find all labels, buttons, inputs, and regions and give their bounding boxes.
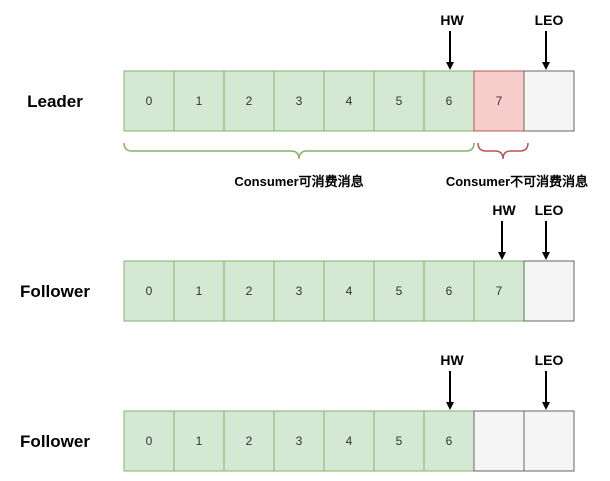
log-cell-committed: 1 — [173, 260, 225, 322]
log-cell-offset: 7 — [496, 94, 503, 108]
log-cell-offset: 7 — [496, 284, 503, 298]
hw-marker: HW — [492, 202, 516, 260]
brace-unconsumable: Consumer不可消费消息 — [446, 142, 588, 189]
log-cell-committed: 4 — [323, 70, 375, 132]
log-cell-committed: 5 — [373, 260, 425, 322]
log-cell-committed: 6 — [423, 70, 475, 132]
log-cell-committed: 2 — [223, 260, 275, 322]
log-cell-offset: 3 — [296, 94, 303, 108]
log-cell-box — [523, 260, 575, 322]
leo-label: LEO — [535, 352, 564, 368]
log-cell-committed: 4 — [323, 410, 375, 472]
log-cell-offset: 2 — [246, 284, 253, 298]
brace-label: Consumer可消费消息 — [234, 174, 363, 189]
log-replication-diagram: Leader 0 1 2 3 4 5 6 7 HW LEO Consumer可消费消息 Consumer… — [20, 12, 588, 472]
curly-brace-icon — [477, 142, 529, 160]
log-cell-committed: 6 — [423, 410, 475, 472]
brace-label: Consumer不可消费消息 — [446, 174, 588, 189]
log-cell-offset: 3 — [296, 434, 303, 448]
log-cell-offset: 5 — [396, 284, 403, 298]
log-cell-offset: 4 — [346, 434, 353, 448]
log-row-1: Leader 0 1 2 3 4 5 6 7 HW LEO Consumer可消费消息 Consumer… — [27, 12, 588, 189]
log-cell-committed: 2 — [223, 410, 275, 472]
log-cell-offset: 4 — [346, 284, 353, 298]
log-cell-offset: 6 — [446, 434, 453, 448]
log-cell-committed: 4 — [323, 260, 375, 322]
log-cell-offset: 0 — [146, 94, 153, 108]
leo-marker: LEO — [535, 12, 564, 70]
log-cell-empty — [523, 410, 575, 472]
log-cell-committed: 3 — [273, 260, 325, 322]
leo-label: LEO — [535, 202, 564, 218]
log-cell-offset: 2 — [246, 434, 253, 448]
log-cell-committed: 0 — [123, 70, 175, 132]
hw-label: HW — [440, 352, 464, 368]
log-cell-committed: 0 — [123, 260, 175, 322]
log-cell-empty — [523, 260, 575, 322]
curly-brace-icon — [123, 142, 475, 160]
log-cell-offset: 5 — [396, 94, 403, 108]
hw-marker: HW — [440, 352, 464, 410]
log-cell-offset: 1 — [196, 94, 203, 108]
log-cell-box — [473, 410, 525, 472]
log-cell-committed: 0 — [123, 410, 175, 472]
log-cell-offset: 6 — [446, 94, 453, 108]
hw-marker: HW — [440, 12, 464, 70]
leo-marker: LEO — [535, 352, 564, 410]
log-cell-box — [523, 410, 575, 472]
log-cell-offset: 2 — [246, 94, 253, 108]
log-cell-committed: 6 — [423, 260, 475, 322]
log-row-2: Follower 0 1 2 3 4 5 6 7 HW LEO — [20, 202, 575, 322]
hw-label: HW — [440, 12, 464, 28]
brace-consumable: Consumer可消费消息 — [123, 142, 475, 189]
log-cell-offset: 1 — [196, 284, 203, 298]
log-cell-committed: 2 — [223, 70, 275, 132]
log-row-3: Follower 0 1 2 3 4 5 6 HW LEO — [20, 352, 575, 472]
row-label: Leader — [27, 92, 83, 111]
log-cell-committed: 1 — [173, 70, 225, 132]
log-cell-committed: 3 — [273, 410, 325, 472]
log-cell-offset: 6 — [446, 284, 453, 298]
row-label: Follower — [20, 282, 90, 301]
log-cell-offset: 3 — [296, 284, 303, 298]
log-cell-offset: 0 — [146, 434, 153, 448]
log-cell-box — [523, 70, 575, 132]
log-cell-offset: 0 — [146, 284, 153, 298]
log-cell-uncommitted: 7 — [473, 70, 525, 132]
log-cell-committed: 7 — [473, 260, 525, 322]
leo-label: LEO — [535, 12, 564, 28]
log-cell-committed: 5 — [373, 410, 425, 472]
row-label: Follower — [20, 432, 90, 451]
log-cell-committed: 3 — [273, 70, 325, 132]
hw-label: HW — [492, 202, 516, 218]
log-cell-empty — [523, 70, 575, 132]
log-cell-offset: 5 — [396, 434, 403, 448]
log-cell-committed: 5 — [373, 70, 425, 132]
log-cell-offset: 1 — [196, 434, 203, 448]
leo-marker: LEO — [535, 202, 564, 260]
log-cell-empty — [473, 410, 525, 472]
log-cell-offset: 4 — [346, 94, 353, 108]
log-cell-committed: 1 — [173, 410, 225, 472]
